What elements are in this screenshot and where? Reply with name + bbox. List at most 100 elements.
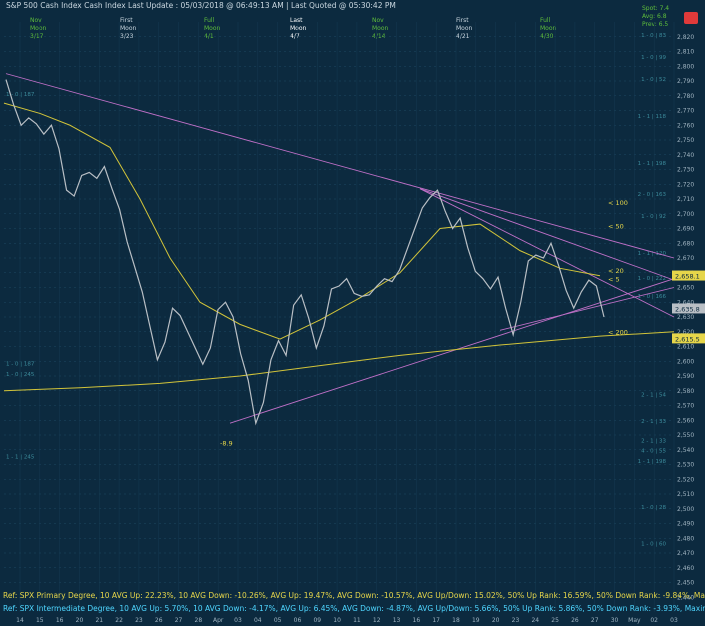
chart-annotation: < 50	[608, 223, 624, 231]
price-level-label: 2,658.1	[675, 273, 700, 281]
y-tick-label: 2,740	[677, 152, 694, 159]
x-tick-label: 18	[452, 617, 460, 624]
footer-primary-degree: Ref: SPX Primary Degree, 10 AVG Up: 22.2…	[3, 591, 705, 600]
alert-icon	[684, 12, 698, 24]
y-tick-label: 2,720	[677, 181, 694, 188]
trendline	[5, 73, 675, 259]
moon-phase-type: Moon	[456, 25, 473, 32]
y-tick-label: 2,470	[677, 550, 694, 557]
fib-level-label: 1 - 1 | 198	[638, 459, 667, 465]
moon-phase-name: First	[456, 17, 469, 24]
fib-level-label: 1 - 0 | 245	[6, 372, 35, 378]
moon-phase-date: 4/30	[540, 33, 554, 40]
y-tick-label: 2,760	[677, 122, 694, 129]
fib-level-label: 1 - 0 | 60	[641, 542, 666, 548]
y-tick-label: 2,450	[677, 580, 694, 587]
x-tick-label: May	[628, 617, 641, 624]
moon-phase-date: 3/23	[120, 33, 134, 40]
x-tick-label: 24	[531, 617, 539, 624]
x-tick-label: 04	[254, 617, 262, 624]
chart-annotation: < 200	[608, 329, 628, 337]
y-tick-label: 2,480	[677, 535, 694, 542]
chart-window: S&P 500 Cash Index Cash Index Last Updat…	[0, 0, 705, 626]
x-tick-label: 05	[274, 617, 282, 624]
chart-annotation: < 5	[608, 276, 620, 284]
x-tick-label: 19	[472, 617, 480, 624]
fib-level-label: 1 - 0 | 52	[641, 77, 666, 83]
y-tick-label: 2,570	[677, 403, 694, 410]
y-tick-label: 2,600	[677, 358, 694, 365]
price-level-label: 2,615.5	[675, 335, 700, 343]
footer-intermediate-degree: Ref: SPX Intermediate Degree, 10 AVG Up:…	[3, 604, 705, 613]
x-tick-label: 28	[195, 617, 203, 624]
moon-phase-name: Full	[540, 17, 551, 24]
fib-level-label: 2 - 1 | 33	[641, 438, 666, 444]
moon-phase-name: Last	[290, 17, 303, 24]
y-tick-label: 2,490	[677, 521, 694, 528]
price-level-label: 2,635.8	[675, 305, 700, 313]
fib-level-label: 1 - 1 | 198	[638, 161, 667, 167]
header-info: Spot: 7.4	[642, 5, 669, 12]
y-tick-label: 2,820	[677, 34, 694, 41]
fib-level-label: 1 - 0 | 99	[641, 55, 666, 61]
chart-annotation: -8.9	[220, 439, 233, 447]
fib-level-label: 1 - 0 | 28	[641, 505, 666, 511]
chart-annotation: < 100	[608, 199, 628, 207]
x-tick-label: 11	[353, 617, 361, 624]
trendline	[499, 287, 675, 331]
y-tick-label: 2,780	[677, 93, 694, 100]
x-tick-label: 10	[333, 617, 341, 624]
y-tick-label: 2,800	[677, 63, 694, 70]
moon-phase-type: Moon	[372, 25, 389, 32]
y-tick-label: 2,680	[677, 240, 694, 247]
x-tick-label: 26	[571, 617, 579, 624]
y-tick-label: 2,540	[677, 447, 694, 454]
trendline	[419, 188, 675, 281]
y-tick-label: 2,580	[677, 388, 694, 395]
x-tick-label: 14	[16, 617, 24, 624]
x-tick-label: 23	[135, 617, 143, 624]
y-tick-label: 2,650	[677, 285, 694, 292]
y-tick-label: 2,710	[677, 196, 694, 203]
price-line	[5, 79, 605, 426]
x-tick-label: 03	[234, 617, 242, 624]
x-tick-label: 27	[175, 617, 183, 624]
fib-level-label: 1 - 0 | 166	[638, 294, 667, 300]
y-tick-label: 2,500	[677, 506, 694, 513]
x-tick-label: Apr	[213, 617, 224, 624]
y-tick-label: 2,520	[677, 476, 694, 483]
y-tick-label: 2,810	[677, 49, 694, 56]
moon-phase-type: Moon	[540, 25, 557, 32]
x-tick-label: 15	[36, 617, 44, 624]
moon-phase-date: 3/17	[30, 33, 44, 40]
x-tick-label: 21	[95, 617, 103, 624]
y-tick-label: 2,630	[677, 314, 694, 321]
y-tick-label: 2,690	[677, 226, 694, 233]
y-tick-label: 2,790	[677, 78, 694, 85]
moon-phase-type: Moon	[120, 25, 137, 32]
y-tick-label: 2,700	[677, 211, 694, 218]
fib-level-label: 2 - 0 | 163	[638, 192, 667, 198]
trendline	[419, 188, 675, 318]
moon-phase-type: Moon	[290, 25, 307, 32]
y-tick-label: 2,550	[677, 432, 694, 439]
moon-phase-name: Full	[204, 17, 215, 24]
moon-phase-name: Nov	[372, 17, 384, 24]
x-tick-label: 30	[611, 617, 619, 624]
fib-level-label: 1 - 1 | 245	[6, 455, 35, 461]
y-tick-label: 2,750	[677, 137, 694, 144]
x-tick-label: 23	[512, 617, 520, 624]
moon-phase-name: Nov	[30, 17, 42, 24]
x-tick-label: 13	[393, 617, 401, 624]
x-tick-label: 17	[432, 617, 440, 624]
x-tick-label: 16	[56, 617, 64, 624]
y-tick-label: 2,770	[677, 108, 694, 115]
y-tick-label: 2,530	[677, 462, 694, 469]
x-tick-label: 12	[373, 617, 381, 624]
y-tick-label: 2,730	[677, 167, 694, 174]
y-tick-label: 2,510	[677, 491, 694, 498]
moon-phase-name: First	[120, 17, 133, 24]
chart-annotation: < 20	[608, 267, 624, 275]
x-tick-label: 20	[76, 617, 84, 624]
x-tick-label: 25	[551, 617, 559, 624]
